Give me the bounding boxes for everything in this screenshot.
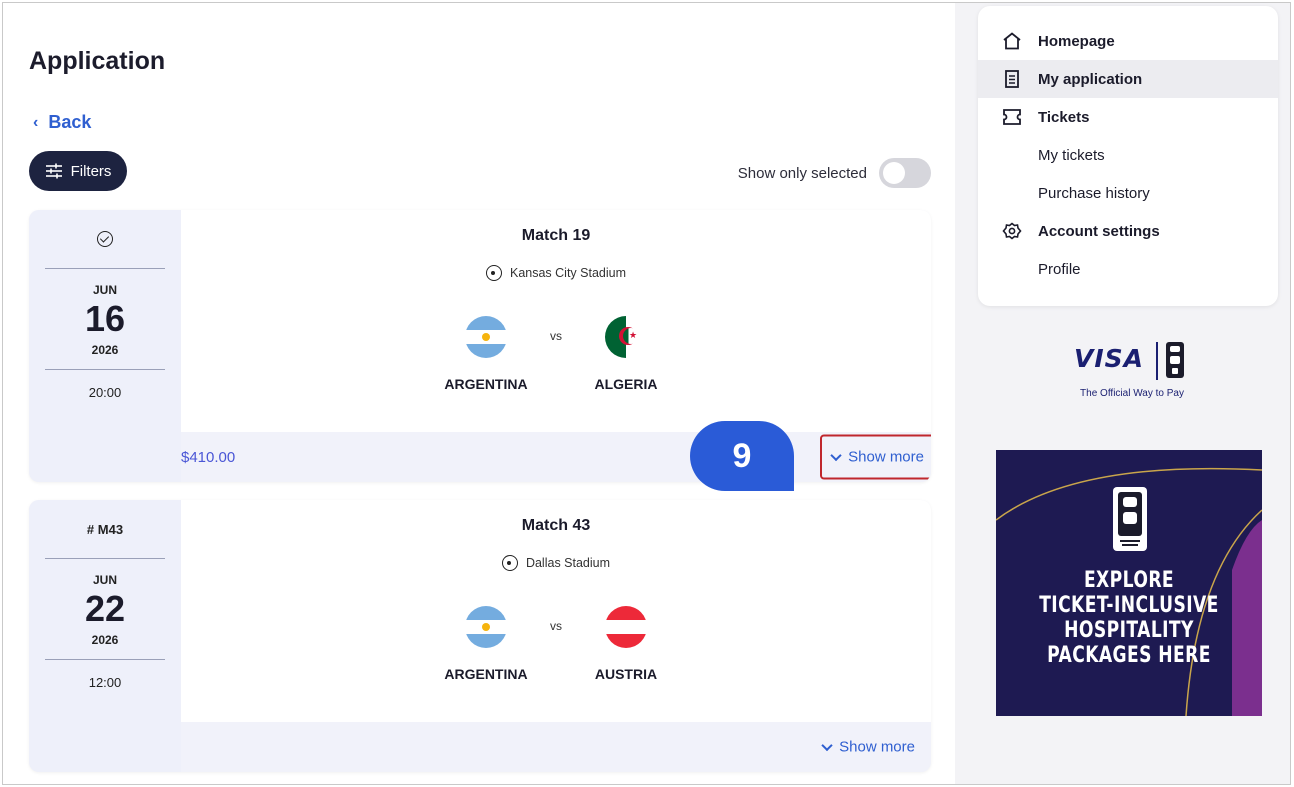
show-only-selected-label: Show only selected [737,164,867,182]
location-pin-icon [501,555,518,571]
menu-item-my-application[interactable]: My application [978,60,1278,98]
vs-label: vs [550,329,562,343]
sliders-icon [45,163,62,179]
match-teams: ARGENTINA vs ★ ALGERIA [181,316,931,392]
visa-logo: VISA [1074,344,1145,373]
check-circle-icon [97,231,113,247]
chevron-down-icon [830,449,842,461]
ticket-icon [1003,109,1021,125]
banner-line: HOSPITALITY [1064,618,1194,643]
menu-label: Account settings [1038,222,1160,240]
menu-label: My application [1038,70,1143,88]
home-icon [1003,32,1021,50]
divider [45,368,165,370]
match-status [97,210,113,268]
banner-line: TICKET-INCLUSIVE [1039,593,1219,618]
banner-headline: EXPLORE TICKET-INCLUSIVE HOSPITALITY PAC… [1025,568,1232,668]
world-cup-emblem-icon [1166,342,1184,378]
show-more-label: Show more [848,448,924,466]
banner-line: PACKAGES HERE [1047,643,1211,668]
menu-item-my-tickets[interactable]: My tickets [978,136,1278,174]
filters-label: Filters [70,162,112,180]
gear-icon [1002,222,1022,240]
menu-label: Homepage [1038,32,1115,50]
match-month: JUN [92,283,117,297]
chevron-left-icon: ‹ [33,113,39,131]
algeria-flag-icon: ★ [605,316,647,358]
show-only-selected-toggle[interactable] [879,158,931,188]
match-title: Match 19 [521,227,591,244]
match-number: # M43 [86,521,124,537]
menu-label: My tickets [1038,146,1105,164]
divider [45,558,165,559]
match-title: Match 43 [521,517,591,534]
match-venue: Kansas City Stadium [181,265,931,281]
divider [45,658,165,660]
home-team: ARGENTINA [438,316,534,392]
match-year: 2026 [91,632,119,647]
match-year: 2026 [91,342,119,357]
match-day: 16 [84,298,126,339]
match-details: Match 43 Dallas Stadium ARGENTINA vs AUS… [181,500,931,722]
match-footer: $410.00 Show more [181,432,931,482]
filters-button[interactable]: Filters [29,151,127,191]
match-month: JUN [92,573,117,587]
show-only-selected: Show only selected [738,158,931,188]
away-team-name: ALGERIA [594,376,658,392]
match-date-column: JUN 16 2026 20:00 [29,210,181,482]
account-menu: Homepage My application Tickets My ticke… [978,6,1278,306]
match-teams: ARGENTINA vs AUSTRIA [181,606,931,682]
home-team-name: ARGENTINA [444,666,528,682]
match-details: Match 19 Kansas City Stadium ARGENTINA v… [181,210,931,432]
menu-item-account-settings[interactable]: Account settings [978,212,1278,250]
visa-tagline: The Official Way to Pay [1080,388,1184,399]
austria-flag-icon [605,606,647,648]
toggle-knob [883,162,905,184]
location-pin-icon [485,265,502,281]
menu-item-purchase-history[interactable]: Purchase history [978,174,1278,212]
chevron-down-icon [821,739,833,751]
match-time: 12:00 [88,674,122,690]
hospitality-banner[interactable]: EXPLORE TICKET-INCLUSIVE HOSPITALITY PAC… [996,450,1262,716]
argentina-flag-icon [465,606,507,648]
divider [45,268,165,269]
menu-item-tickets[interactable]: Tickets [978,98,1278,136]
menu-item-profile[interactable]: Profile [978,250,1278,288]
match-card: # M43 JUN 22 2026 12:00 Match 43 Dallas … [29,500,931,772]
match-time: 20:00 [88,384,122,400]
menu-label: Tickets [1038,108,1090,126]
away-team: ★ ALGERIA [578,316,674,392]
away-team-name: AUSTRIA [594,666,658,682]
match-price: $410.00 [181,448,236,466]
match-venue: Dallas Stadium [181,555,931,571]
match-card: JUN 16 2026 20:00 Match 19 Kansas City S… [29,210,931,482]
step-number-badge: 9 [690,421,794,491]
show-more-label: Show more [839,738,915,756]
visa-sponsor-logo: VISA The Official Way to Pay [1060,338,1200,408]
menu-label: Profile [1038,260,1081,278]
official-hospitality-emblem-icon [1113,487,1147,551]
show-more-button[interactable]: Show more [815,731,923,764]
away-team: AUSTRIA [578,606,674,682]
venue-name: Dallas Stadium [525,556,611,570]
main-content: Application ‹ Back Filters Show only sel… [3,3,955,784]
match-date-column: # M43 JUN 22 2026 12:00 [29,500,181,772]
show-more-button[interactable]: Show more [820,434,931,480]
back-link[interactable]: ‹ Back [33,112,91,133]
venue-name: Kansas City Stadium [509,266,627,280]
page-title: Application [29,47,166,75]
home-team: ARGENTINA [438,606,534,682]
banner-line: EXPLORE [1083,568,1175,593]
divider [1156,342,1158,380]
menu-item-homepage[interactable]: Homepage [978,22,1278,60]
vs-label: vs [550,619,562,633]
menu-label: Purchase history [1038,184,1150,202]
argentina-flag-icon [465,316,507,358]
back-label: Back [48,112,92,132]
home-team-name: ARGENTINA [444,376,528,392]
document-icon [1005,70,1019,88]
match-footer: Show more [181,722,931,772]
match-day: 22 [84,588,126,629]
